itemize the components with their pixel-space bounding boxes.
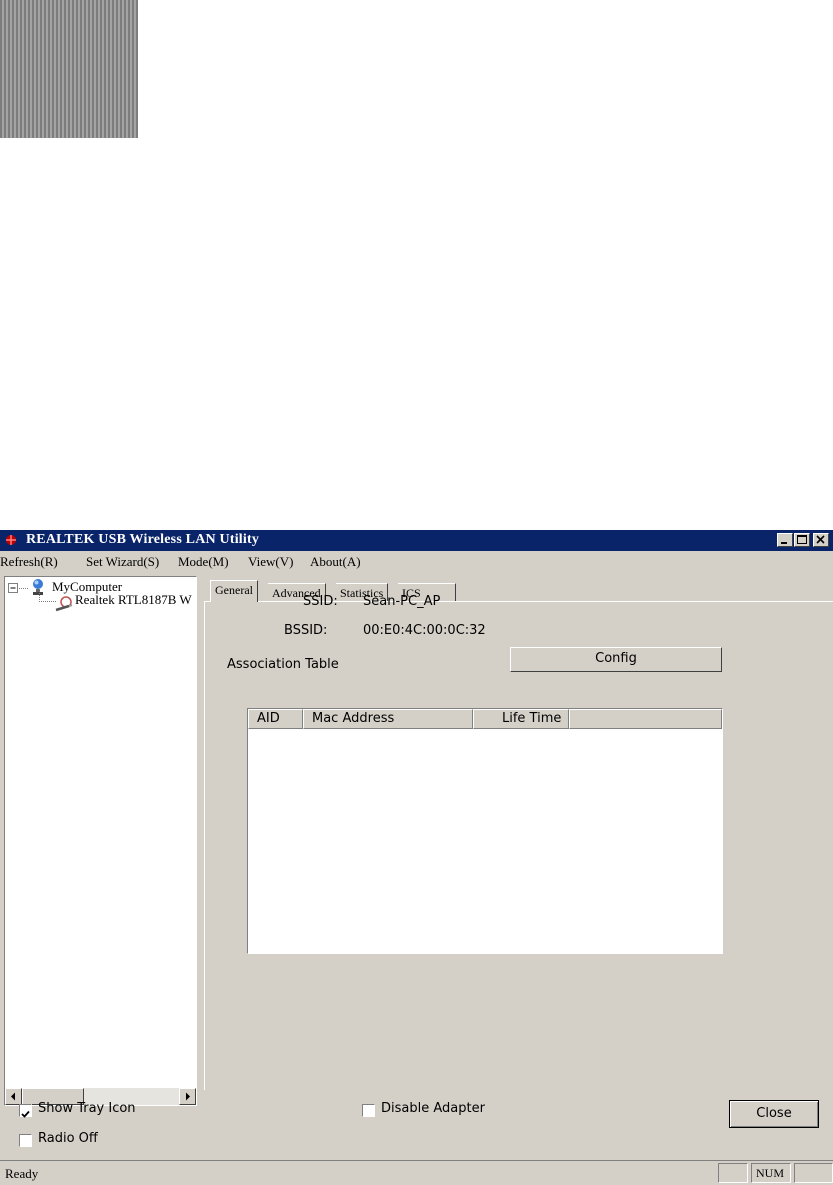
scroll-left-button[interactable] [5, 1088, 22, 1105]
status-panel-scroll [794, 1163, 833, 1183]
close-window-button[interactable] [813, 533, 829, 547]
disable-adapter-checkbox[interactable] [362, 1104, 375, 1117]
column-aid[interactable]: AID [248, 709, 303, 729]
association-table-label: Association Table [227, 657, 339, 672]
menu-about[interactable]: About(A) [310, 554, 361, 570]
app-window: REALTEK USB Wireless LAN Utility Refresh… [0, 530, 833, 1185]
menu-mode[interactable]: Mode(M) [178, 554, 229, 570]
ssid-label: SSID: [303, 594, 338, 609]
status-text: Ready [5, 1166, 39, 1181]
arrow-right-icon [186, 1092, 190, 1101]
association-table[interactable]: AID Mac Address Life Time [247, 708, 723, 954]
tab-general[interactable]: General [210, 580, 258, 602]
adapter-tree[interactable]: MyComputer Realtek RTL8187B W [4, 576, 197, 1106]
menu-view[interactable]: View(V) [248, 554, 293, 570]
decorative-gray-block [0, 0, 138, 138]
menu-set-wizard[interactable]: Set Wizard(S) [86, 554, 159, 570]
title-bar[interactable]: REALTEK USB Wireless LAN Utility [0, 530, 833, 551]
disable-adapter-label[interactable]: Disable Adapter [381, 1101, 485, 1116]
checkmark-icon [21, 1110, 30, 1118]
close-button[interactable]: Close [729, 1100, 819, 1128]
config-button[interactable]: Config [510, 647, 722, 672]
window-title: REALTEK USB Wireless LAN Utility [26, 532, 260, 547]
scroll-right-button[interactable] [179, 1088, 196, 1105]
show-tray-icon-checkbox[interactable] [19, 1104, 32, 1118]
show-tray-icon-label[interactable]: Show Tray Icon [38, 1101, 136, 1116]
wireless-app-icon [6, 535, 16, 545]
status-panel-num: NUM [751, 1163, 791, 1183]
arrow-left-icon [11, 1092, 15, 1101]
radio-off-label[interactable]: Radio Off [38, 1131, 98, 1146]
minimize-icon [781, 542, 787, 544]
minimize-button[interactable] [777, 533, 793, 547]
menu-refresh[interactable]: Refresh(R) [0, 554, 58, 570]
bssid-value: 00:E0:4C:00:0C:32 [363, 623, 486, 638]
ssid-value: Sean-PC_AP [363, 594, 441, 609]
column-mac-address[interactable]: Mac Address [303, 709, 473, 729]
menu-bar: Refresh(R) Set Wizard(S) Mode(M) View(V)… [0, 552, 833, 572]
bssid-label: BSSID: [284, 623, 328, 638]
maximize-icon [797, 535, 807, 544]
tree-item-adapter[interactable]: Realtek RTL8187B W [75, 592, 192, 608]
status-panel-blank [718, 1163, 748, 1183]
collapse-icon[interactable] [8, 583, 19, 594]
column-life-time[interactable]: Life Time [473, 709, 569, 729]
maximize-button[interactable] [794, 533, 810, 547]
radio-off-checkbox[interactable] [19, 1134, 32, 1147]
adapter-icon [55, 596, 73, 612]
close-icon [816, 535, 825, 544]
status-bar: Ready NUM [0, 1160, 833, 1185]
column-filler [569, 709, 722, 729]
tree-lines [19, 588, 29, 589]
